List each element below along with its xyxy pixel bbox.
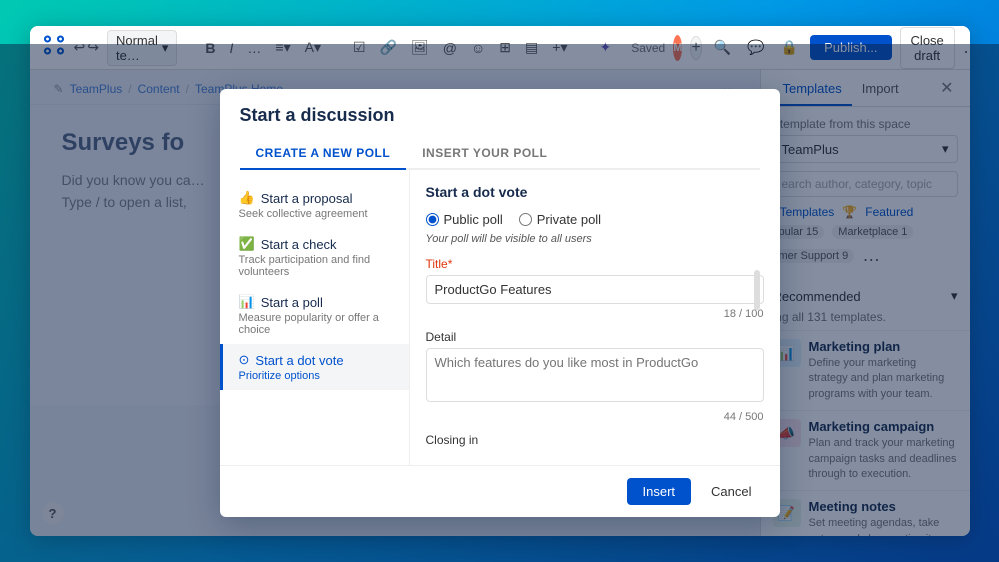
modal-poll-type-list: 👍 Start a proposal Seek collective agree… (220, 170, 410, 465)
dot-vote-desc: Prioritize options (239, 370, 393, 382)
closing-in-label: Closing in (426, 433, 764, 447)
modal-poll-form: Start a dot vote Public poll Private pol… (410, 170, 780, 465)
modal-body: 👍 Start a proposal Seek collective agree… (220, 170, 780, 465)
modal-footer: Insert Cancel (220, 465, 780, 517)
public-radio-input[interactable] (426, 213, 439, 226)
title-char-count: 18 / 100 (426, 308, 764, 320)
proposal-desc: Seek collective agreement (239, 208, 393, 220)
detail-field-label: Detail (426, 330, 764, 344)
private-poll-radio[interactable]: Private poll (519, 212, 601, 227)
modal-start-discussion: Start a discussion CREATE A NEW POLL INS… (220, 89, 780, 517)
detail-char-count: 44 / 500 (426, 411, 764, 423)
title-field-label: Title* (426, 257, 764, 271)
title-scroll-handle (754, 270, 760, 310)
visibility-radio-group: Public poll Private poll (426, 212, 764, 227)
cancel-button[interactable]: Cancel (699, 478, 763, 505)
poll-option-proposal[interactable]: 👍 Start a proposal Seek collective agree… (220, 182, 409, 228)
title-input-wrap (426, 275, 764, 304)
poll-desc: Measure popularity or offer a choice (239, 312, 393, 336)
modal-tab-row: CREATE A NEW POLL INSERT YOUR POLL (240, 138, 760, 170)
detail-textarea[interactable] (426, 348, 764, 402)
title-input[interactable] (426, 275, 764, 304)
private-radio-input[interactable] (519, 213, 532, 226)
modal-header: Start a discussion CREATE A NEW POLL INS… (220, 89, 780, 170)
poll-icon: 📊 (239, 294, 255, 310)
tab-insert-poll[interactable]: INSERT YOUR POLL (406, 138, 563, 170)
poll-visibility-hint: Your poll will be visible to all users (426, 233, 764, 245)
form-section-title: Start a dot vote (426, 184, 764, 200)
poll-option-dot-vote[interactable]: ⊙ Start a dot vote Prioritize options (220, 344, 409, 390)
check-icon: ✅ (239, 236, 255, 252)
poll-option-poll[interactable]: 📊 Start a poll Measure popularity or off… (220, 286, 409, 344)
dot-vote-icon: ⊙ (239, 352, 250, 368)
poll-option-check[interactable]: ✅ Start a check Track participation and … (220, 228, 409, 286)
proposal-icon: 👍 (239, 190, 255, 206)
detail-input-wrap (426, 348, 764, 407)
modal-overlay: Start a discussion CREATE A NEW POLL INS… (30, 44, 970, 536)
tab-create-new-poll[interactable]: CREATE A NEW POLL (240, 138, 407, 170)
check-desc: Track participation and find volunteers (239, 254, 393, 278)
insert-button[interactable]: Insert (627, 478, 692, 505)
modal-title: Start a discussion (240, 105, 760, 126)
public-poll-radio[interactable]: Public poll (426, 212, 503, 227)
